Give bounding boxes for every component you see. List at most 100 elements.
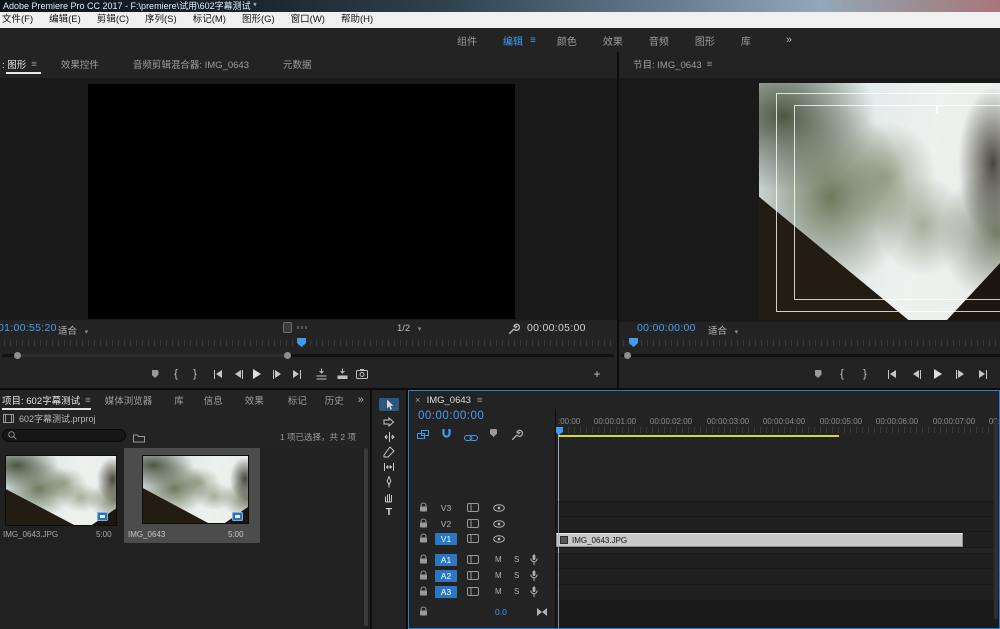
toggle-track-output-button[interactable] [493, 535, 505, 543]
slip-tool[interactable] [379, 460, 399, 473]
source-settings-wrench-button[interactable] [508, 322, 520, 340]
step-back-button[interactable] [230, 365, 248, 383]
track-lock-button[interactable] [419, 570, 428, 580]
track-lock-button[interactable] [419, 586, 428, 596]
menu-markers[interactable]: 标记(M) [185, 12, 234, 28]
track-lock-button[interactable] [419, 502, 428, 512]
timeline-add-marker-button[interactable] [490, 429, 497, 437]
workspace-tab-effects[interactable]: 效果 [590, 33, 636, 48]
button-editor-add-button[interactable]: + [588, 365, 606, 383]
project-breadcrumb[interactable]: 602字幕测试.prproj [0, 411, 370, 426]
project-item-name[interactable]: IMG_0643 [128, 530, 165, 539]
menu-file[interactable]: 文件(F) [0, 12, 41, 28]
voiceover-record-button[interactable] [530, 570, 538, 582]
toggle-track-output-button[interactable] [493, 520, 505, 528]
workspace-tab-color[interactable]: 颜色 [544, 33, 590, 48]
track-lock-button[interactable] [419, 606, 428, 616]
track-lock-button[interactable] [419, 518, 428, 528]
new-bin-button[interactable] [133, 430, 145, 448]
tab-history[interactable]: 历史 [317, 390, 352, 411]
razor-tool[interactable] [379, 445, 399, 458]
program-mark-out-button[interactable]: } [856, 365, 874, 383]
play-button[interactable] [248, 365, 266, 383]
tab-info[interactable]: 信息 [196, 390, 231, 411]
go-to-in-button[interactable] [209, 365, 227, 383]
solo-track-button[interactable]: S [514, 571, 519, 580]
project-bin-area[interactable]: IMG_0643.JPG 5:00 IMG_0643 5:00 [0, 448, 370, 629]
tab-audio-clip-mixer[interactable]: 音频剪辑混合器: IMG_0643 [123, 53, 259, 75]
timeline-empty-area[interactable] [556, 601, 999, 628]
track-output-assign-button[interactable] [467, 503, 479, 512]
tab-effect-controls[interactable]: 效果控件 [51, 53, 109, 75]
source-fit-select[interactable]: 适合 ▾ [58, 323, 88, 337]
go-to-out-button[interactable] [288, 365, 306, 383]
search-input[interactable] [2, 429, 126, 442]
track-output-assign-button[interactable] [467, 534, 479, 543]
workspace-overflow-icon[interactable]: » [786, 34, 792, 46]
track-label-v3[interactable]: V3 [435, 502, 457, 514]
mute-track-button[interactable]: M [495, 571, 502, 580]
monitor-settings-icon[interactable] [283, 322, 292, 333]
workspace-tab-assembly[interactable]: 组件 [444, 33, 490, 48]
sequence-close-icon[interactable]: × [415, 395, 421, 406]
program-add-marker-button[interactable] [809, 365, 827, 383]
workspace-menu-icon[interactable]: ≡ [530, 35, 544, 46]
master-gain-value[interactable]: 0.0 [495, 607, 507, 617]
program-go-to-out-button[interactable] [974, 365, 992, 383]
project-scrollbar[interactable] [364, 448, 368, 626]
program-step-back-button[interactable] [908, 365, 926, 383]
track-lock-button[interactable] [419, 554, 428, 564]
track-output-assign-button[interactable] [467, 587, 479, 596]
timeline-playhead-head[interactable] [555, 427, 563, 435]
track-label-v1[interactable]: V1 [435, 533, 457, 545]
source-timecode[interactable]: 01:00:55:20 [0, 322, 57, 334]
step-forward-button[interactable] [268, 365, 286, 383]
source-video-frame[interactable] [88, 84, 515, 319]
tab-media-browser[interactable]: 媒体浏览器 [97, 390, 161, 411]
track-output-assign-button[interactable] [467, 519, 479, 528]
timeline-clip[interactable]: IMG_0643.JPG [556, 533, 963, 547]
track-label-a3[interactable]: A3 [435, 586, 457, 598]
mark-out-button[interactable]: } [186, 365, 204, 383]
program-mark-in-button[interactable]: { [833, 365, 851, 383]
tab-source-graphic[interactable]: : 图形 ≡ [0, 53, 47, 75]
track-lane-v2[interactable] [556, 517, 998, 532]
program-fit-select[interactable]: 适合 ▾ [708, 323, 738, 337]
program-step-forward-button[interactable] [951, 365, 969, 383]
tab-effects[interactable]: 效果 [237, 390, 272, 411]
project-item-name[interactable]: IMG_0643.JPG [3, 530, 58, 539]
menu-help[interactable]: 帮助(H) [333, 12, 381, 28]
program-timecode[interactable]: 00:00:00:00 [637, 322, 696, 334]
insert-button[interactable] [312, 365, 330, 383]
menu-window[interactable]: 窗口(W) [283, 12, 333, 28]
track-label-a1[interactable]: A1 [435, 554, 457, 566]
timeline-vertical-scrollbar[interactable] [994, 419, 998, 619]
mark-in-button[interactable]: { [167, 365, 185, 383]
export-frame-button[interactable] [353, 365, 371, 383]
project-tabs-overflow-icon[interactable]: » [358, 394, 364, 406]
track-output-assign-button[interactable] [467, 571, 479, 580]
add-marker-button[interactable] [146, 365, 164, 383]
source-resolution-select[interactable]: 1/2 ▾ [397, 323, 421, 334]
menu-clip[interactable]: 剪辑(C) [89, 12, 137, 28]
source-ruler[interactable] [4, 340, 612, 346]
overwrite-button[interactable] [333, 365, 351, 383]
track-label-v2[interactable]: V2 [435, 518, 457, 530]
track-lock-button[interactable] [419, 533, 428, 543]
program-zoom-handle-left[interactable] [624, 352, 631, 359]
tab-program[interactable]: 节目: IMG_0643 ≡ [619, 53, 722, 75]
tab-metadata[interactable]: 元数据 [273, 53, 322, 75]
solo-track-button[interactable]: S [514, 555, 519, 564]
track-select-forward-tool[interactable] [379, 415, 399, 428]
sequence-tab-label[interactable]: IMG_0643 [427, 395, 471, 406]
timeline-ruler-ticks[interactable] [556, 427, 999, 433]
linked-selection-button[interactable] [464, 429, 478, 447]
tab-libraries[interactable]: 库 [166, 390, 192, 411]
menu-sequence[interactable]: 序列(S) [137, 12, 185, 28]
pen-tool[interactable] [379, 475, 399, 488]
track-lane-v3[interactable] [556, 501, 998, 517]
timeline-settings-button[interactable] [511, 428, 523, 446]
selection-tool[interactable] [379, 398, 399, 411]
timeline-ruler-labels[interactable]: :00:00 00:00:01:00 00:00:02:00 00:00:03:… [409, 417, 999, 427]
tab-project[interactable]: 项目: 602字幕测试 ≡ [0, 390, 97, 411]
